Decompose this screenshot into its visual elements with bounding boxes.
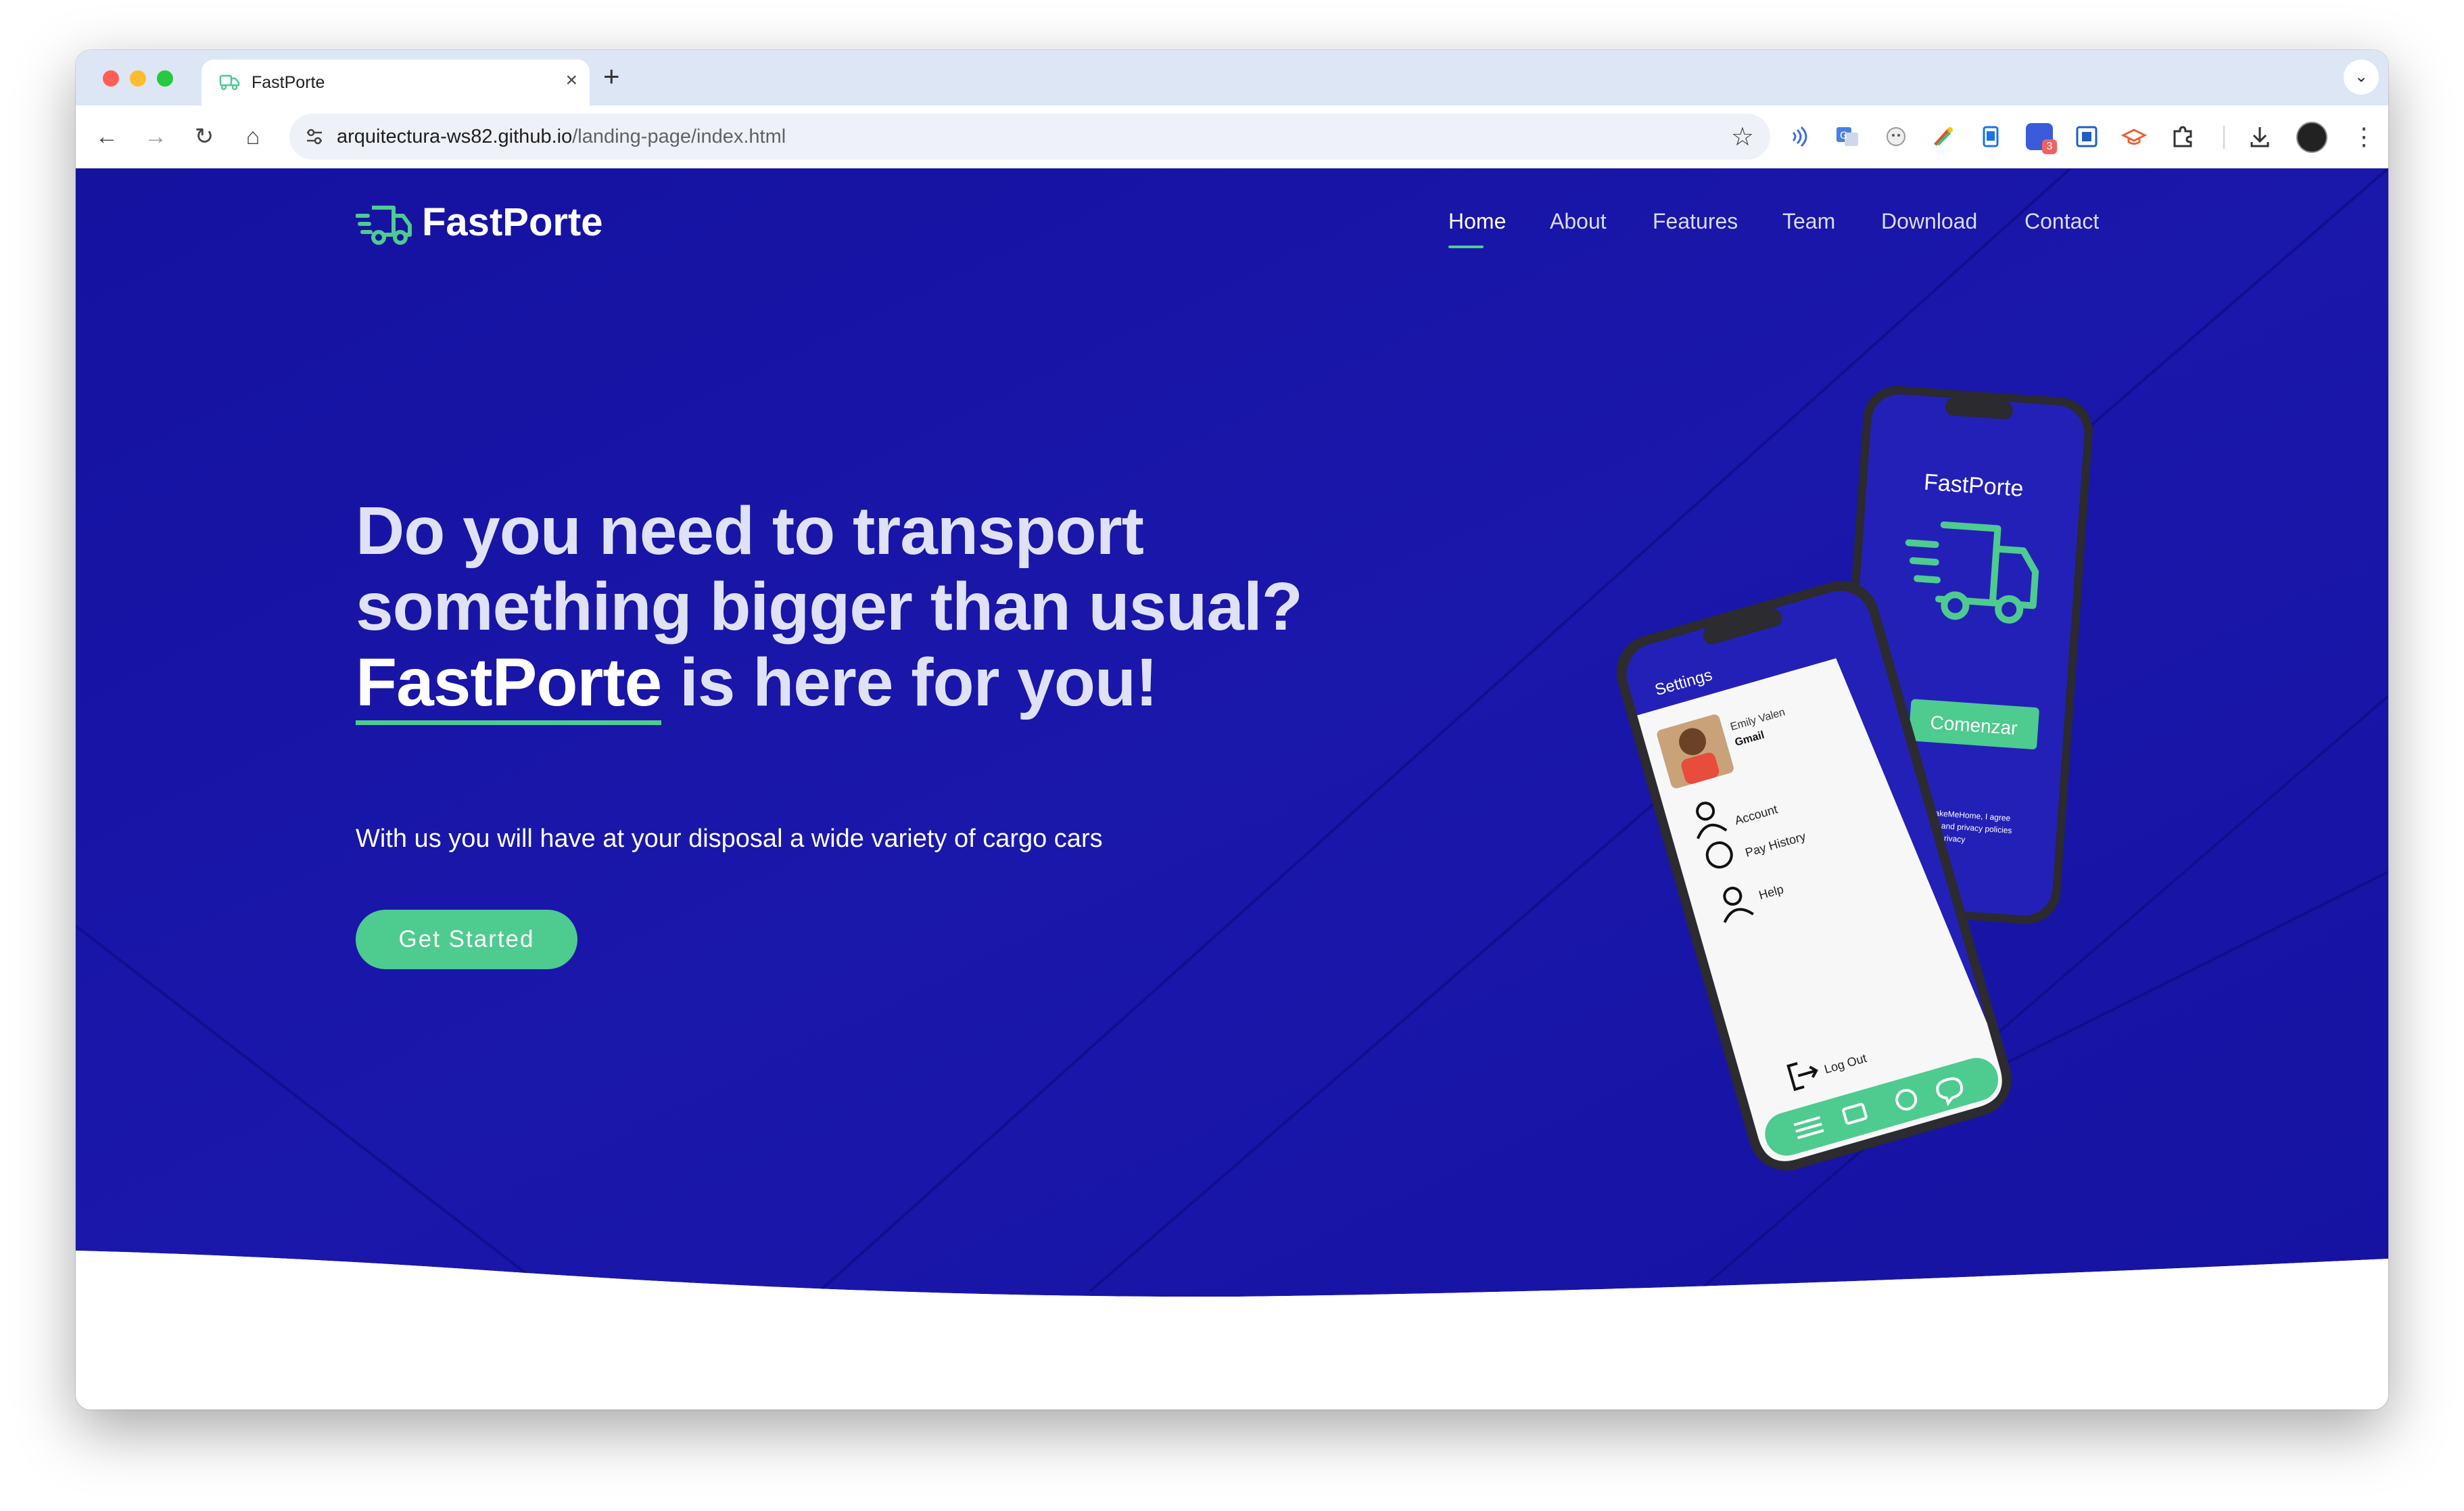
tab-close-icon[interactable]: × <box>565 69 577 92</box>
tab-title: FastPorte <box>252 73 325 92</box>
browser-menu-icon[interactable]: ⋮ <box>2346 119 2382 154</box>
graduation-extension-icon[interactable] <box>2121 123 2148 150</box>
web-page: FastPorte Home About Features Team Downl… <box>76 168 2388 1410</box>
url-host: arquitectura-ws82.github.io <box>337 126 573 147</box>
truck-favicon-icon <box>219 74 240 91</box>
site-settings-icon[interactable] <box>304 127 325 146</box>
cursor-extension-icon[interactable] <box>1882 123 1910 150</box>
tab-search-chevron-icon[interactable]: ⌄ <box>2344 60 2379 95</box>
phones-illustration: FastPorte Comenzar By using TakeMeHome, … <box>1616 386 2093 1171</box>
bookmark-star-icon[interactable]: ☆ <box>1731 122 1754 152</box>
home-button[interactable]: ⌂ <box>235 119 270 154</box>
url-text[interactable]: arquitectura-ws82.github.io/landing-page… <box>337 126 786 148</box>
hero-headline: Do you need to transport something bigge… <box>356 493 1397 725</box>
close-window-button[interactable] <box>103 70 119 87</box>
tab-strip: FastPorte × + ⌄ <box>76 50 2388 106</box>
color-picker-extension-icon[interactable] <box>1930 123 1957 150</box>
headline-text-end: is here for you! <box>661 645 1158 720</box>
truck-logo-icon <box>356 206 412 245</box>
toolbar-divider <box>2223 126 2225 149</box>
extensions-puzzle-icon[interactable] <box>2169 123 2196 150</box>
nav-contact[interactable]: Contact <box>2024 209 2099 234</box>
nav-features[interactable]: Features <box>1653 209 1738 234</box>
headline-brand-word: FastPorte <box>356 645 662 725</box>
reload-button[interactable]: ↻ <box>187 119 222 154</box>
svg-text:G: G <box>1840 131 1847 141</box>
document-extension-icon[interactable] <box>1977 123 2004 150</box>
back-button[interactable]: ← <box>89 119 124 154</box>
profile-avatar[interactable] <box>2296 122 2327 153</box>
browser-toolbar: ← → ↻ ⌂ arquitectura-ws82.github.io/land… <box>76 106 2388 168</box>
nav-team[interactable]: Team <box>1782 209 1835 234</box>
hero-subtitle: With us you will have at your disposal a… <box>356 824 1103 853</box>
download-icon[interactable] <box>2246 123 2273 150</box>
screenshot-extension-icon[interactable] <box>2073 123 2100 150</box>
maximize-window-button[interactable] <box>157 70 173 87</box>
minimize-window-button[interactable] <box>130 70 146 87</box>
nav-about[interactable]: About <box>1550 209 1607 234</box>
nav-home[interactable]: Home <box>1448 209 1506 234</box>
badge-extension-icon[interactable]: 3 <box>2026 123 2057 154</box>
extension-badge: 3 <box>2042 139 2057 154</box>
nav-download[interactable]: Download <box>1881 209 1977 234</box>
url-path: /landing-page/index.html <box>572 126 786 147</box>
headline-text-start: Do you need to transport something bigge… <box>356 493 1303 645</box>
nav-active-indicator <box>1448 246 1484 248</box>
get-started-button[interactable]: Get Started <box>356 910 577 969</box>
new-tab-button[interactable]: + <box>603 60 620 93</box>
browser-window: FastPorte × + ⌄ ← → ↻ ⌂ arquitectura-ws8… <box>76 50 2388 1410</box>
brand-name: FastPorte <box>422 200 603 244</box>
read-aloud-extension-icon[interactable] <box>1786 123 1814 150</box>
browser-tab[interactable]: FastPorte × <box>202 60 590 106</box>
translate-extension-icon[interactable]: G <box>1834 123 1861 150</box>
address-bar[interactable]: arquitectura-ws82.github.io/landing-page… <box>289 114 1770 160</box>
forward-button[interactable]: → <box>138 119 173 154</box>
